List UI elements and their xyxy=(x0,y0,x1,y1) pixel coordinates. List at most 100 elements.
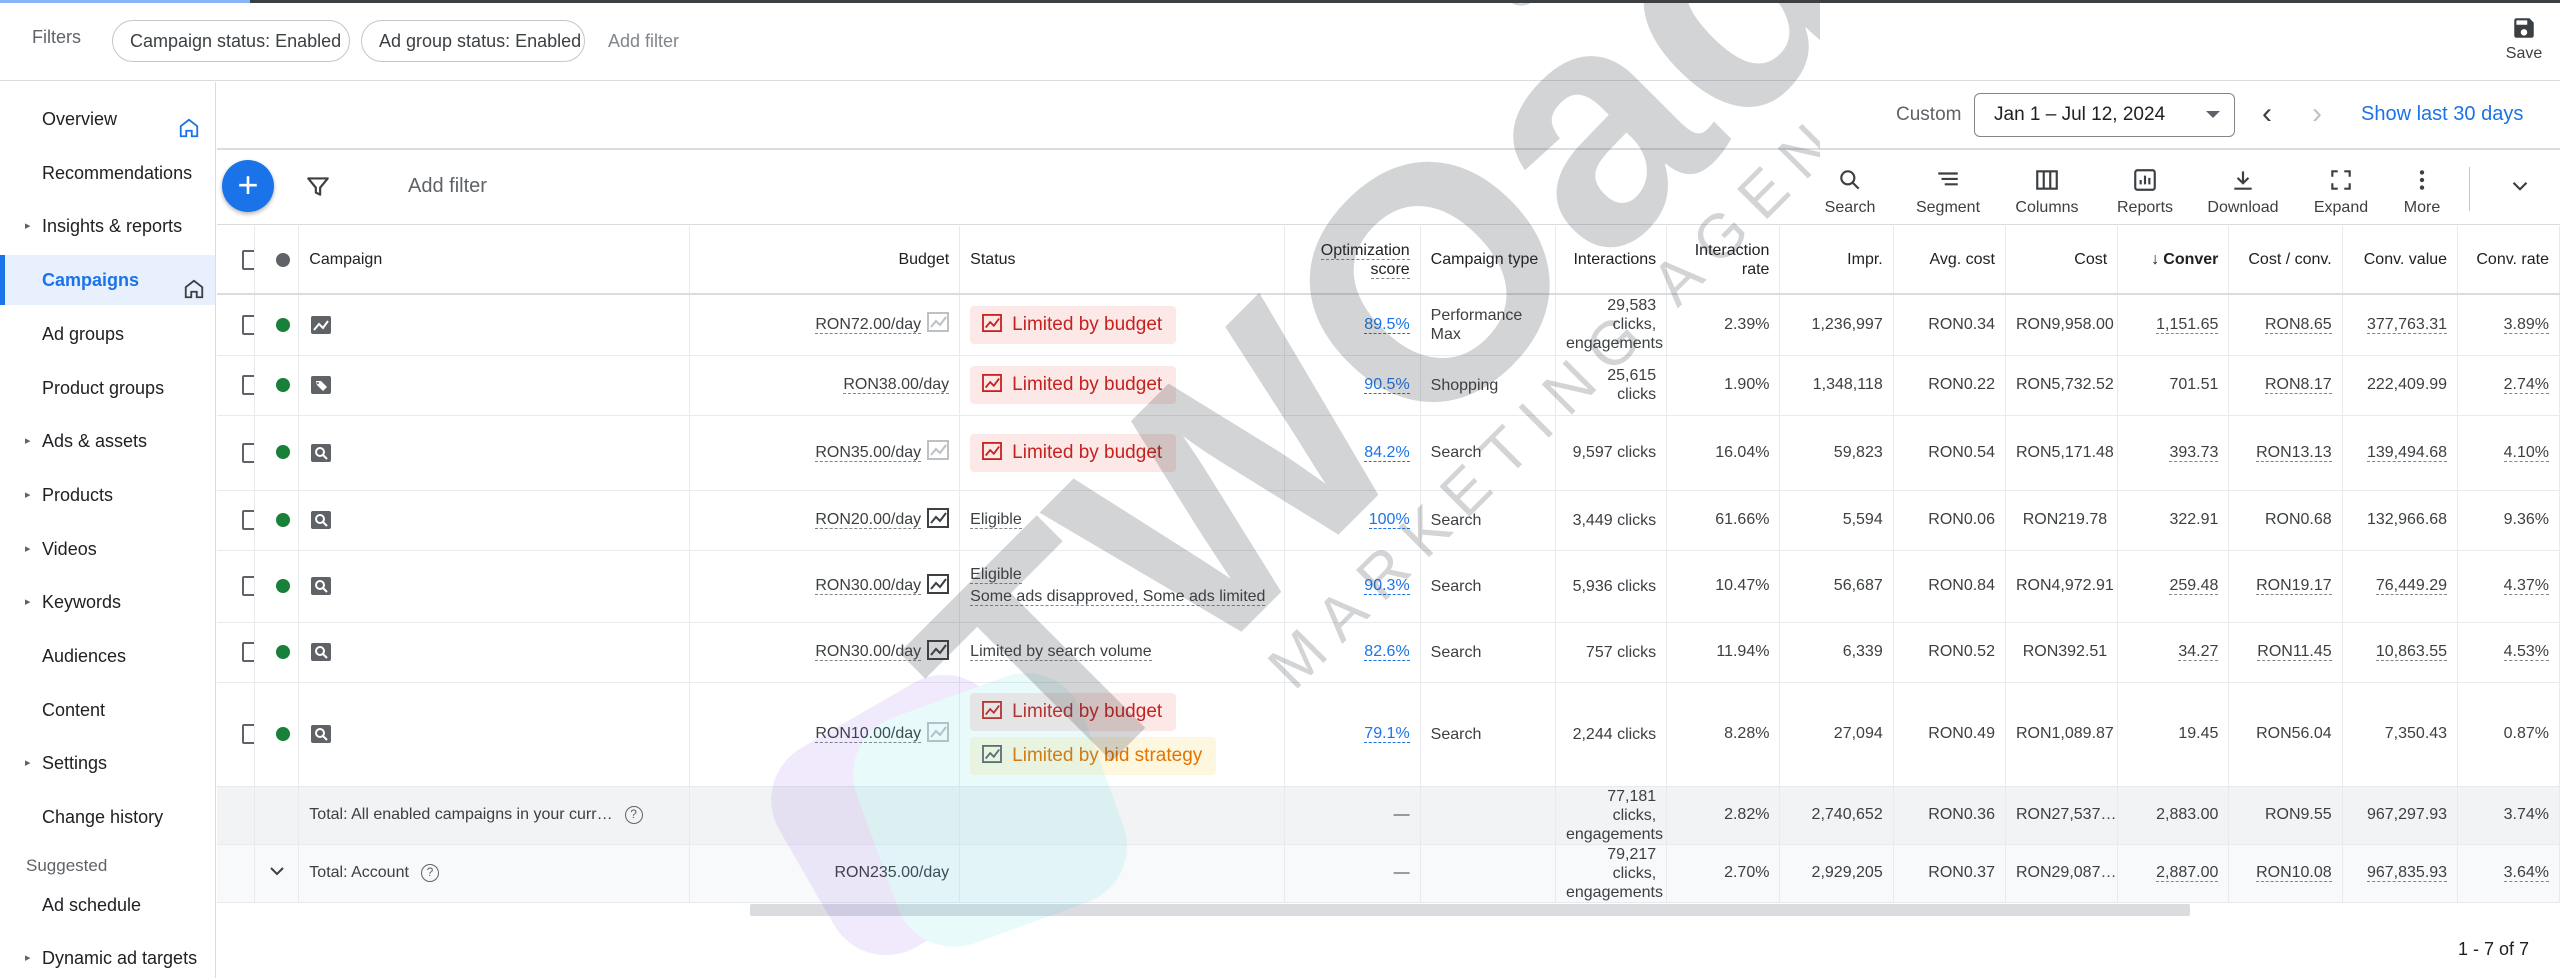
row-checkbox[interactable] xyxy=(242,314,254,335)
campaign-cell[interactable] xyxy=(298,622,690,683)
select-all-checkbox[interactable] xyxy=(242,249,254,270)
conversions-cell-value[interactable]: 701.51 xyxy=(2169,376,2218,393)
optimization-score-cell-value[interactable]: 79.1% xyxy=(1364,725,1410,743)
conv-value-cell-value[interactable]: 132,966.68 xyxy=(2367,511,2447,528)
table-row[interactable]: RON30.00/day Limited by search volume 82.6… xyxy=(217,622,2560,683)
sidebar-item-dynamic-ad-targets[interactable]: ▸ Dynamic ad targets xyxy=(0,933,215,978)
budget-value[interactable]: RON30.00/day xyxy=(815,643,922,662)
row-checkbox[interactable] xyxy=(242,642,254,662)
status-badge[interactable]: Limited by bid strategy xyxy=(970,737,1217,775)
budget-value[interactable]: RON72.00/day xyxy=(815,315,922,334)
campaign-cell[interactable] xyxy=(298,550,690,623)
chevron-down-icon[interactable] xyxy=(265,866,289,887)
sidebar-item-ad-schedule[interactable]: Ad schedule xyxy=(0,880,215,930)
cost-per-conv-cell-value[interactable]: RON8.65 xyxy=(2264,315,2332,334)
save-button[interactable]: Save xyxy=(2496,13,2552,77)
conv-rate-cell-value[interactable]: 4.53% xyxy=(2503,643,2549,661)
toolbar-add-filter[interactable]: Add filter xyxy=(408,175,487,198)
budget-chart-icon[interactable] xyxy=(927,639,950,665)
conversions-cell-value[interactable]: 34.27 xyxy=(2178,643,2219,661)
enabled-status-dot[interactable] xyxy=(276,578,291,593)
campaign-cell[interactable] xyxy=(298,415,690,491)
cost-per-conv-cell-value[interactable]: RON19.17 xyxy=(2256,577,2332,595)
sidebar-item-change-history[interactable]: Change history xyxy=(0,792,215,842)
conv-rate-header[interactable]: Conv. rate xyxy=(2457,226,2560,295)
toolbar-segment-button[interactable]: Segment xyxy=(1900,161,1996,217)
budget-chart-icon[interactable] xyxy=(927,440,950,465)
conversions-cell-value[interactable]: 19.45 xyxy=(2178,725,2218,742)
sidebar-item-overview[interactable]: Overview xyxy=(0,94,215,144)
status-text[interactable]: Eligible xyxy=(970,509,1274,531)
toolbar-download-button[interactable]: Download xyxy=(2195,161,2291,217)
interaction-rate-header[interactable]: Interaction rate xyxy=(1666,226,1781,295)
previous-period-button[interactable]: ‹ xyxy=(2252,96,2282,132)
budget-value[interactable]: RON30.00/day xyxy=(815,577,922,596)
conversions-cell-value[interactable]: 393.73 xyxy=(2169,443,2219,462)
new-campaign-button[interactable]: + xyxy=(222,160,274,212)
sidebar-item-ads-assets[interactable]: ▸ Ads & assets xyxy=(0,416,215,466)
enabled-status-dot[interactable] xyxy=(276,726,291,741)
status-badge[interactable]: Limited by budget xyxy=(970,433,1177,472)
campaign-header[interactable]: Campaign xyxy=(298,226,690,295)
filter-icon[interactable] xyxy=(305,173,331,199)
sidebar-item-recommendations[interactable]: Recommendations xyxy=(0,148,215,198)
next-period-button[interactable]: › xyxy=(2302,96,2332,132)
sidebar-item-settings[interactable]: ▸ Settings xyxy=(0,738,215,788)
table-row[interactable]: RON35.00/day Limited by budget 84.2% Search… xyxy=(217,415,2560,491)
budget-value[interactable]: RON35.00/day xyxy=(815,443,922,462)
interactions-header[interactable]: Interactions xyxy=(1555,226,1668,295)
sidebar-item-audiences[interactable]: Audiences xyxy=(0,631,215,681)
enabled-status-dot[interactable] xyxy=(276,317,291,332)
budget-chart-icon[interactable] xyxy=(927,573,950,599)
date-range-select[interactable]: Jan 1 – Jul 12, 2024 xyxy=(1974,93,2235,137)
budget-chart-icon[interactable] xyxy=(927,507,950,533)
budget-value[interactable]: RON38.00/day xyxy=(843,376,950,394)
impressions-header[interactable]: Impr. xyxy=(1779,226,1894,295)
status-header[interactable]: Status xyxy=(959,226,1286,295)
cost-header[interactable]: Cost xyxy=(2005,226,2119,295)
conv-value-cell-value[interactable]: 222,409.99 xyxy=(2367,376,2447,393)
conversions-header[interactable]: ↓ Conver xyxy=(2117,226,2230,295)
status-text[interactable]: Eligible xyxy=(970,564,1274,586)
cost-per-conv-cell-value[interactable]: RON8.17 xyxy=(2264,376,2332,394)
optimization-score-header[interactable]: Optimization score xyxy=(1284,226,1421,295)
sidebar-item-product-groups[interactable]: Product groups xyxy=(0,363,215,413)
campaign-cell[interactable] xyxy=(298,682,690,787)
sidebar-item-keywords[interactable]: ▸ Keywords xyxy=(0,577,215,627)
chevron-down-icon[interactable] xyxy=(2507,173,2533,199)
conv-rate-cell-value[interactable]: 9.36% xyxy=(2504,511,2549,528)
budget-value[interactable]: RON20.00/day xyxy=(815,511,922,530)
status-badge[interactable]: Limited by budget xyxy=(970,366,1177,404)
show-last-30-days-link[interactable]: Show last 30 days xyxy=(2361,103,2523,126)
table-row[interactable]: RON10.00/day Limited by budget Limited by … xyxy=(217,682,2560,787)
conv-rate-cell-value[interactable]: 3.89% xyxy=(2503,315,2549,334)
row-checkbox[interactable] xyxy=(242,375,254,395)
sidebar-item-ad-groups[interactable]: Ad groups xyxy=(0,309,215,359)
conv-rate-cell-value[interactable]: 4.37% xyxy=(2503,577,2549,595)
optimization-score-cell-value[interactable]: 84.2% xyxy=(1364,443,1410,462)
budget-chart-icon[interactable] xyxy=(927,312,950,337)
budget-chart-icon[interactable] xyxy=(927,721,950,747)
optimization-score-cell-value[interactable]: 100% xyxy=(1368,511,1410,529)
status-text[interactable]: Limited by search volume xyxy=(970,641,1274,663)
cost-per-conv-cell-value[interactable]: RON11.45 xyxy=(2257,643,2332,661)
campaign-cell[interactable] xyxy=(298,294,690,356)
conversions-cell-value[interactable]: 1,151.65 xyxy=(2156,315,2219,334)
cost-per-conv-header[interactable]: Cost / conv. xyxy=(2228,226,2343,295)
conv-rate-cell-value[interactable]: 2.74% xyxy=(2503,376,2549,394)
campaign-type-header[interactable]: Campaign type xyxy=(1420,226,1556,295)
row-checkbox[interactable] xyxy=(242,576,254,596)
campaign-cell[interactable] xyxy=(298,490,690,551)
optimization-score-cell-value[interactable]: 90.5% xyxy=(1364,376,1410,394)
conv-value-cell-value[interactable]: 10,863.55 xyxy=(2375,643,2448,661)
enabled-status-dot[interactable] xyxy=(276,644,291,659)
sidebar-item-products[interactable]: ▸ Products xyxy=(0,470,215,520)
enabled-status-dot[interactable] xyxy=(276,445,291,460)
conv-value-cell-value[interactable]: 377,763.31 xyxy=(2366,315,2448,334)
table-row[interactable]: RON38.00/day Limited by budget 90.5% Shoppi… xyxy=(217,355,2560,416)
avg-cost-header[interactable]: Avg. cost xyxy=(1893,226,2006,295)
filter-chip-campaign-status[interactable]: Campaign status: Enabled xyxy=(112,20,350,62)
row-checkbox[interactable] xyxy=(242,724,254,744)
enabled-status-dot[interactable] xyxy=(276,377,291,392)
budget-value[interactable]: RON10.00/day xyxy=(815,725,922,744)
